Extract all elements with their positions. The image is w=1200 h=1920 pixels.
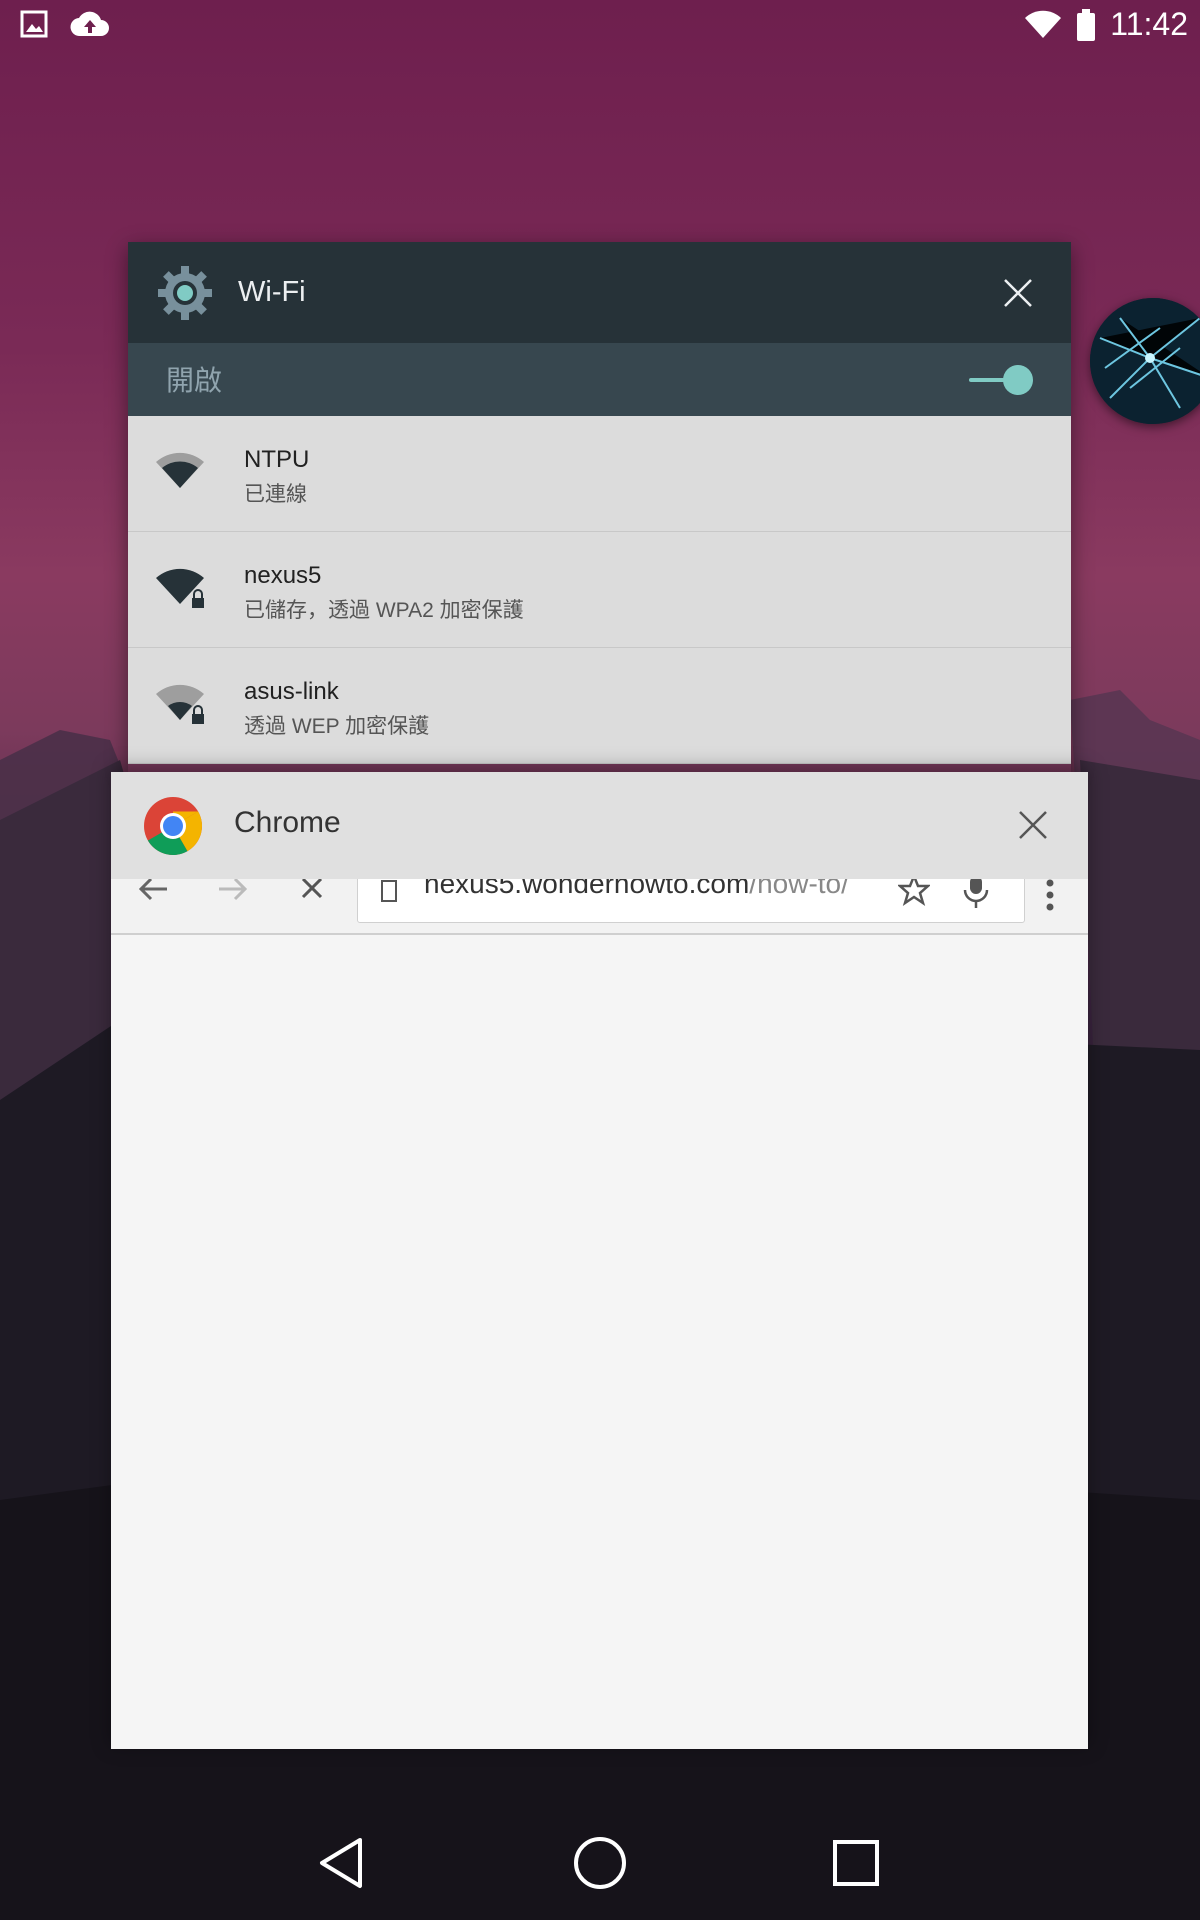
network-status: 已儲存，透過 WPA2 加密保護 <box>244 599 524 622</box>
recents-icon[interactable] <box>821 1828 891 1898</box>
page-icon <box>381 880 397 902</box>
bookmark-star-icon[interactable] <box>898 879 930 906</box>
network-name: nexus5 <box>244 562 322 589</box>
wifi-card-header[interactable]: Wi-Fi <box>128 242 1071 343</box>
network-name: NTPU <box>244 446 310 473</box>
url-bar[interactable]: nexus5.wonderhowto.com/how-to/ <box>357 879 1025 923</box>
network-status: 已連線 <box>244 483 307 506</box>
stop-loading-icon[interactable] <box>297 879 327 907</box>
url-path: /how-to/ <box>749 879 849 899</box>
network-name: asus-link <box>244 678 339 705</box>
wifi-toggle-row[interactable]: 開啟 <box>128 343 1071 416</box>
wifi-icon <box>1025 10 1062 38</box>
chrome-toolbar: nexus5.wonderhowto.com/how-to/ <box>111 879 1088 935</box>
home-icon[interactable] <box>565 1828 635 1898</box>
wifi-toggle-label: 開啟 <box>166 365 223 396</box>
settings-gear-icon <box>158 265 212 320</box>
chrome-logo-icon <box>144 797 202 855</box>
recent-app-card-wifi[interactable]: Wi-Fi 開啟 NTPU 已連線 nexus5 已儲存，透過 WPA2 加密保… <box>128 242 1071 772</box>
image-icon <box>20 10 48 38</box>
cloud-upload-icon <box>70 11 109 37</box>
wifi-signal-icon <box>156 452 204 488</box>
clock: 11:42 <box>1110 6 1188 42</box>
overflow-menu-icon[interactable] <box>1044 879 1056 915</box>
wifi-signal-locked-icon <box>156 684 204 724</box>
status-bar: 11:42 <box>0 0 1200 52</box>
url-host: nexus5.wonderhowto.com <box>424 879 750 899</box>
recent-app-card-chrome[interactable]: Chrome nexus5.wonderhowto.com/how-to/ <box>111 772 1088 1749</box>
chrome-card-title: Chrome <box>234 806 341 839</box>
chrome-page-content[interactable] <box>111 935 1088 1749</box>
wifi-network-item[interactable]: nexus5 已儲存，透過 WPA2 加密保護 <box>128 532 1071 648</box>
wifi-network-item[interactable]: asus-link 透過 WEP 加密保護 <box>128 648 1071 764</box>
close-chrome-card-icon[interactable] <box>1016 808 1050 842</box>
forward-arrow-icon[interactable] <box>215 879 249 907</box>
network-status: 透過 WEP 加密保護 <box>244 715 430 738</box>
microphone-icon[interactable] <box>962 879 990 910</box>
wifi-card-title: Wi-Fi <box>238 276 306 308</box>
battery-icon <box>1077 8 1096 41</box>
url-text: nexus5.wonderhowto.com/how-to/ <box>424 879 849 900</box>
wifi-signal-locked-icon <box>156 568 204 608</box>
close-wifi-card-icon[interactable] <box>1001 276 1035 310</box>
wifi-toggle-switch[interactable] <box>969 364 1033 396</box>
wifi-network-item[interactable]: NTPU 已連線 <box>128 416 1071 532</box>
navigation-bar <box>0 1808 1200 1920</box>
wifi-network-list: NTPU 已連線 nexus5 已儲存，透過 WPA2 加密保護 asus-li… <box>128 416 1071 764</box>
chrome-card-header[interactable]: Chrome <box>111 772 1088 879</box>
back-icon[interactable] <box>308 1828 378 1898</box>
back-arrow-icon[interactable] <box>137 879 171 907</box>
